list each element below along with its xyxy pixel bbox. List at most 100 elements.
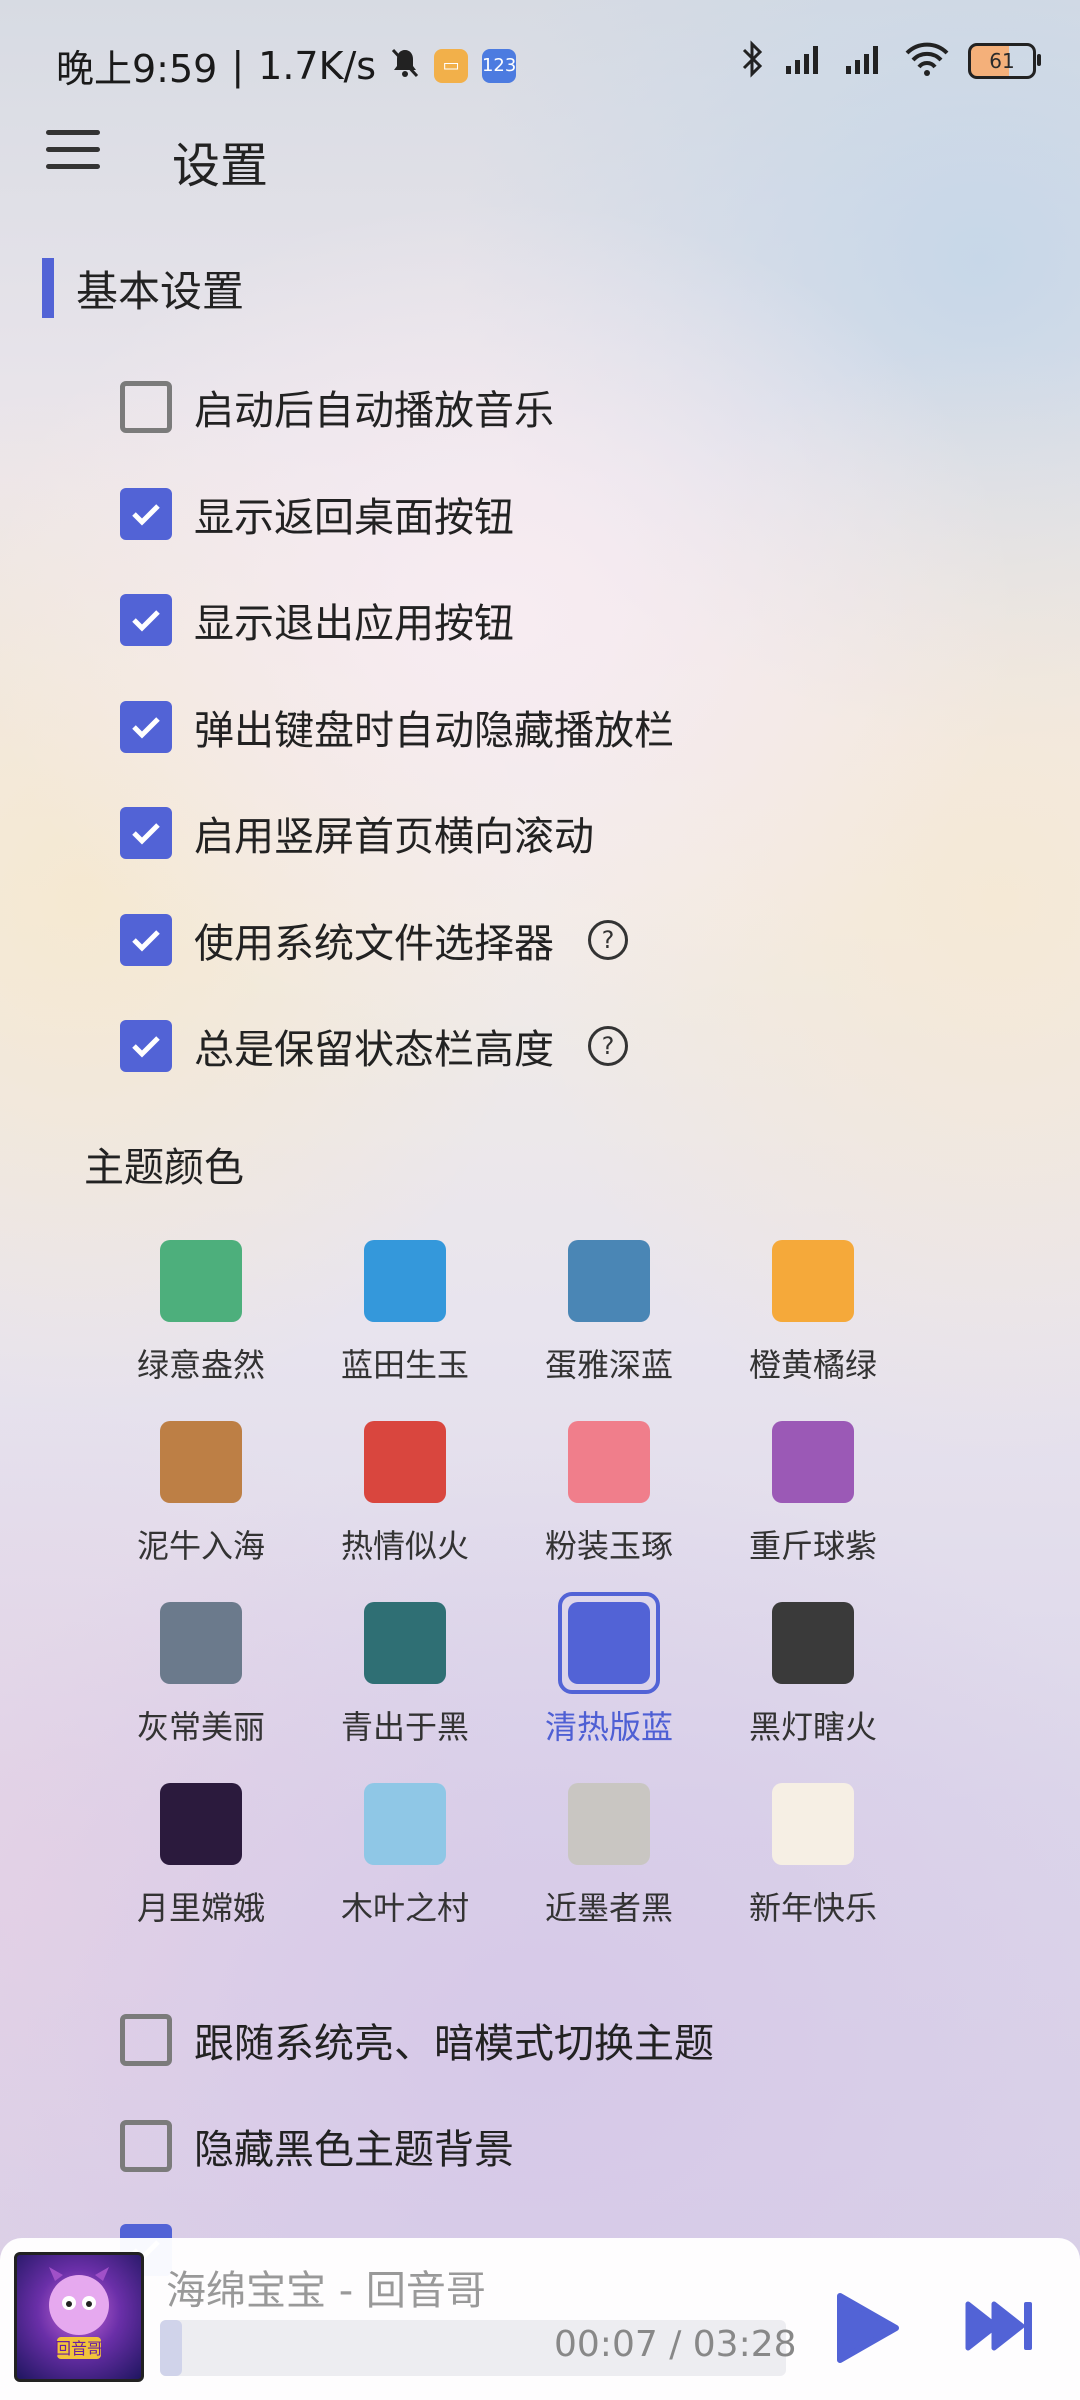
theme-option[interactable]: 黑灯瞎火 xyxy=(738,1592,888,1748)
theme-swatch xyxy=(772,1421,854,1503)
setting-row[interactable]: 使用系统文件选择器? xyxy=(120,910,628,970)
theme-label: 蛋雅深蓝 xyxy=(544,1346,673,1384)
theme-swatch-frame xyxy=(150,1230,252,1332)
setting-row[interactable]: 显示返回桌面按钮 xyxy=(120,484,514,544)
album-art[interactable]: 回音哥 xyxy=(14,2252,144,2382)
theme-swatch xyxy=(160,1240,242,1322)
checkbox-checked[interactable] xyxy=(120,807,172,859)
setting-row[interactable]: 跟随系统亮、暗模式切换主题 xyxy=(120,2010,714,2070)
theme-swatch xyxy=(364,1602,446,1684)
theme-label: 蓝田生玉 xyxy=(340,1346,469,1384)
checkbox-unchecked[interactable] xyxy=(120,2014,172,2066)
theme-label: 泥牛入海 xyxy=(136,1527,265,1565)
theme-option[interactable]: 青出于黑 xyxy=(330,1592,480,1748)
status-time: 晚上9:59 xyxy=(56,47,218,91)
theme-swatch xyxy=(160,1602,242,1684)
theme-option[interactable]: 月里嫦娥 xyxy=(126,1773,276,1929)
theme-heading: 主题颜色 xyxy=(84,1145,244,1191)
album-art-label: 回音哥 xyxy=(55,2339,103,2358)
theme-option[interactable]: 近墨者黑 xyxy=(534,1773,684,1929)
theme-swatch-frame xyxy=(150,1411,252,1513)
playback-time: 00:07 / 03:28 xyxy=(554,2324,797,2365)
theme-label: 木叶之村 xyxy=(340,1889,469,1927)
theme-label: 热情似火 xyxy=(340,1527,469,1565)
setting-label: 使用系统文件选择器 xyxy=(194,921,554,967)
skip-next-button[interactable] xyxy=(964,2298,1036,2354)
app-badge-orange-icon: ▭ xyxy=(434,48,469,83)
theme-option[interactable]: 清热版蓝 xyxy=(534,1592,684,1748)
theme-option[interactable]: 灰常美丽 xyxy=(126,1592,276,1748)
hamburger-menu-icon[interactable] xyxy=(46,130,100,174)
setting-row[interactable]: 显示退出应用按钮 xyxy=(120,590,514,650)
theme-option[interactable]: 蛋雅深蓝 xyxy=(534,1230,684,1386)
theme-label: 青出于黑 xyxy=(340,1708,469,1746)
checkbox-checked[interactable] xyxy=(120,701,172,753)
theme-swatch-frame xyxy=(762,1592,864,1694)
checkbox-unchecked[interactable] xyxy=(120,381,172,433)
theme-label: 清热版蓝 xyxy=(544,1708,673,1746)
theme-swatch xyxy=(364,1421,446,1503)
checkbox-checked[interactable] xyxy=(120,1020,172,1072)
status-left: 晚上9:59 | 1.7K/s ▭ 123 xyxy=(56,38,516,93)
checkbox-checked[interactable] xyxy=(120,594,172,646)
status-net-speed: 1.7K/s xyxy=(258,43,377,88)
play-button[interactable] xyxy=(834,2292,900,2364)
setting-label: 跟随系统亮、暗模式切换主题 xyxy=(194,2021,714,2067)
setting-row[interactable]: 总是保留状态栏高度? xyxy=(120,1016,628,1076)
checkbox-unchecked[interactable] xyxy=(120,2120,172,2172)
theme-swatch xyxy=(568,1602,650,1684)
theme-swatch xyxy=(364,1240,446,1322)
help-icon[interactable]: ? xyxy=(588,1026,628,1066)
status-separator: | xyxy=(231,43,245,88)
theme-swatch-frame xyxy=(354,1773,456,1875)
theme-option[interactable]: 蓝田生玉 xyxy=(330,1230,480,1386)
checkbox-checked[interactable] xyxy=(120,488,172,540)
theme-swatch xyxy=(160,1421,242,1503)
section-accent-bar xyxy=(42,258,54,318)
setting-row[interactable]: 隐藏黑色主题背景 xyxy=(120,2116,514,2176)
setting-row[interactable]: 启动后自动播放音乐 xyxy=(120,377,554,437)
setting-label: 显示退出应用按钮 xyxy=(194,601,514,647)
theme-swatch-frame xyxy=(558,1411,660,1513)
theme-label: 近墨者黑 xyxy=(544,1889,673,1927)
battery-level: 61 xyxy=(989,49,1015,73)
theme-option[interactable]: 新年快乐 xyxy=(738,1773,888,1929)
theme-label: 粉装玉琢 xyxy=(544,1527,673,1565)
status-right: 61 xyxy=(740,40,1041,82)
theme-swatch-frame xyxy=(150,1592,252,1694)
bluetooth-icon xyxy=(740,40,766,82)
theme-swatch-frame xyxy=(762,1773,864,1875)
help-icon[interactable]: ? xyxy=(588,920,628,960)
battery-icon: 61 xyxy=(968,43,1041,79)
theme-option[interactable]: 绿意盎然 xyxy=(126,1230,276,1386)
theme-option[interactable]: 橙黄橘绿 xyxy=(738,1230,888,1386)
theme-label: 重斤球紫 xyxy=(748,1527,877,1565)
theme-swatch-frame xyxy=(762,1411,864,1513)
theme-label: 黑灯瞎火 xyxy=(748,1708,877,1746)
theme-swatch-frame xyxy=(354,1230,456,1332)
theme-label: 橙黄橘绿 xyxy=(748,1346,877,1384)
setting-label: 启动后自动播放音乐 xyxy=(194,388,554,434)
play-icon xyxy=(837,2293,899,2363)
theme-label: 新年快乐 xyxy=(748,1889,877,1927)
theme-swatch-frame xyxy=(354,1411,456,1513)
section-header: 基本设置 xyxy=(42,258,244,318)
theme-swatch-frame xyxy=(354,1592,456,1694)
skip-next-icon xyxy=(965,2301,1032,2351)
setting-label: 启用竖屏首页横向滚动 xyxy=(194,814,594,860)
theme-swatch-frame xyxy=(558,1230,660,1332)
wifi-icon xyxy=(904,41,950,81)
app-badge-blue-icon: 123 xyxy=(482,48,516,83)
mini-player[interactable]: 回音哥 海绵宝宝 - 回音哥 00:07 / 03:28 xyxy=(0,2238,1080,2400)
theme-label: 绿意盎然 xyxy=(136,1346,265,1384)
checkbox-checked[interactable] xyxy=(120,914,172,966)
setting-row[interactable]: 启用竖屏首页横向滚动 xyxy=(120,803,594,863)
theme-swatch xyxy=(568,1783,650,1865)
theme-option[interactable]: 粉装玉琢 xyxy=(534,1411,684,1567)
theme-option[interactable]: 热情似火 xyxy=(330,1411,480,1567)
theme-option[interactable]: 重斤球紫 xyxy=(738,1411,888,1567)
theme-option[interactable]: 泥牛入海 xyxy=(126,1411,276,1567)
setting-label: 隐藏黑色主题背景 xyxy=(194,2127,514,2173)
setting-row[interactable]: 弹出键盘时自动隐藏播放栏 xyxy=(120,697,674,757)
theme-option[interactable]: 木叶之村 xyxy=(330,1773,480,1929)
